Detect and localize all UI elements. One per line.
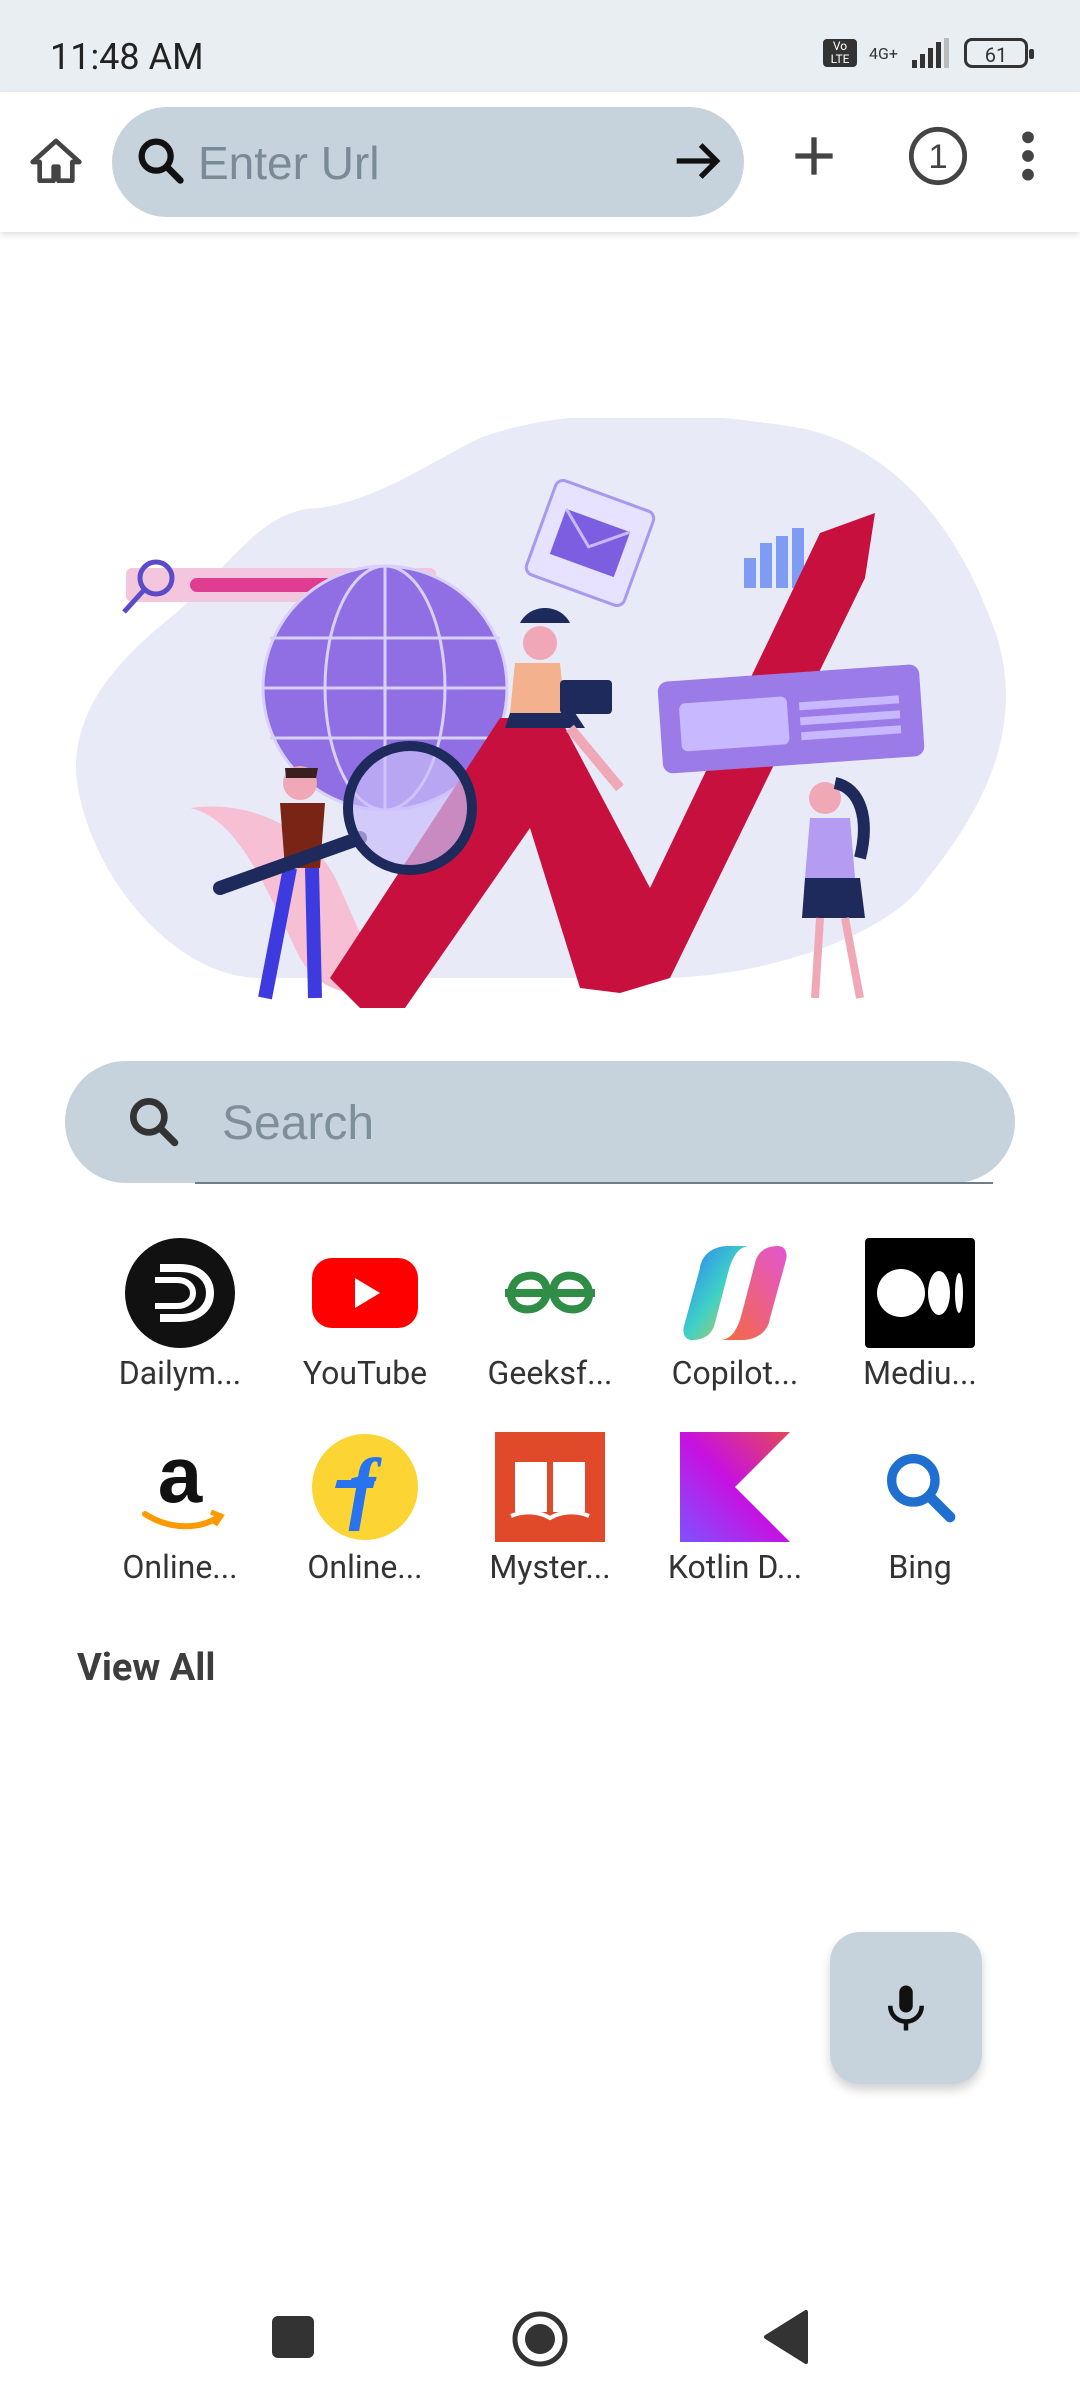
search-icon [138, 138, 184, 184]
new-tab-plus-icon[interactable] [782, 124, 846, 188]
microphone-icon [888, 1985, 924, 2031]
shortcut-bing[interactable]: Bing [840, 1432, 1000, 1586]
amazon-icon: a [125, 1432, 235, 1542]
battery-icon: 61 [964, 38, 1034, 68]
shortcut-label: Mediu... [863, 1354, 977, 1392]
youtube-icon [310, 1238, 420, 1348]
home-nav-icon[interactable] [511, 2310, 569, 2368]
overflow-menu-icon[interactable] [1008, 124, 1048, 188]
shortcut-copilot[interactable]: Copilot... [655, 1238, 815, 1392]
url-bar[interactable] [112, 107, 744, 217]
network-type: 4G+ [869, 43, 898, 63]
signal-icon [912, 38, 949, 68]
home-icon [30, 138, 82, 184]
shortcut-dailyhunt[interactable]: Dailym... [100, 1238, 260, 1392]
browser-toolbar: 1 [0, 92, 1080, 232]
shortcut-youtube[interactable]: YouTube [285, 1238, 445, 1392]
geeksforgeeks-icon [495, 1238, 605, 1348]
shortcuts-grid: Dailym... YouTube Geeksf... Copilot... M… [100, 1238, 1000, 1626]
volte-icon: Vo LTE [823, 39, 858, 67]
system-navigation-bar [0, 2280, 1080, 2400]
flipkart-icon: f [310, 1432, 420, 1542]
shortcut-geeksforgeeks[interactable]: Geeksf... [470, 1238, 630, 1392]
shortcut-label: Online... [122, 1548, 238, 1586]
arrow-forward-icon[interactable] [666, 129, 730, 193]
search-icon [129, 1097, 179, 1147]
shortcut-label: Bing [888, 1548, 952, 1586]
dailyhunt-icon [125, 1238, 235, 1348]
svg-text:a: a [158, 1432, 203, 1519]
tab-count: 1 [928, 138, 947, 176]
shortcut-mystery-book[interactable]: Myster... [470, 1432, 630, 1586]
shortcut-medium[interactable]: Mediu... [840, 1238, 1000, 1392]
url-input[interactable] [196, 127, 680, 199]
status-bar: 11:48 AM Vo LTE 4G+ 61 [0, 0, 1080, 92]
system-icons: Vo LTE 4G+ 61 [823, 38, 1034, 68]
voice-search-button[interactable] [830, 1932, 982, 2084]
tab-count-icon: 1 [908, 126, 968, 186]
shortcut-label: Myster... [489, 1548, 611, 1586]
shortcuts-row: Dailym... YouTube Geeksf... Copilot... M… [100, 1238, 1000, 1392]
shortcuts-row: a Online... f Online... [100, 1432, 1000, 1586]
shortcut-label: Kotlin D... [667, 1548, 803, 1586]
search-input[interactable] [220, 1085, 924, 1161]
hero-illustration [76, 418, 1006, 1008]
shortcut-amazon[interactable]: a Online... [100, 1432, 260, 1586]
shortcut-label: Dailym... [118, 1354, 242, 1392]
shortcut-kotlin[interactable]: Kotlin D... [655, 1432, 815, 1586]
search-box[interactable] [65, 1061, 1015, 1183]
shortcut-label: Geeksf... [487, 1354, 613, 1392]
back-nav-icon[interactable] [762, 2310, 810, 2364]
recents-button[interactable] [272, 2316, 314, 2358]
search-underline [195, 1182, 993, 1184]
bing-search-icon [865, 1432, 975, 1542]
status-time: 11:48 AM [50, 36, 204, 78]
copilot-icon [680, 1238, 790, 1348]
view-all-link[interactable]: View All [77, 1646, 215, 1690]
shortcut-flipkart[interactable]: f Online... [285, 1432, 445, 1586]
shortcut-label: YouTube [302, 1354, 428, 1392]
home-button[interactable] [22, 128, 90, 196]
shortcut-label: Copilot... [671, 1354, 799, 1392]
book-icon [495, 1432, 605, 1542]
medium-icon [865, 1238, 975, 1348]
shortcut-label: Online... [307, 1548, 423, 1586]
kotlin-icon [680, 1432, 790, 1542]
tab-switcher-button[interactable]: 1 [906, 124, 970, 192]
